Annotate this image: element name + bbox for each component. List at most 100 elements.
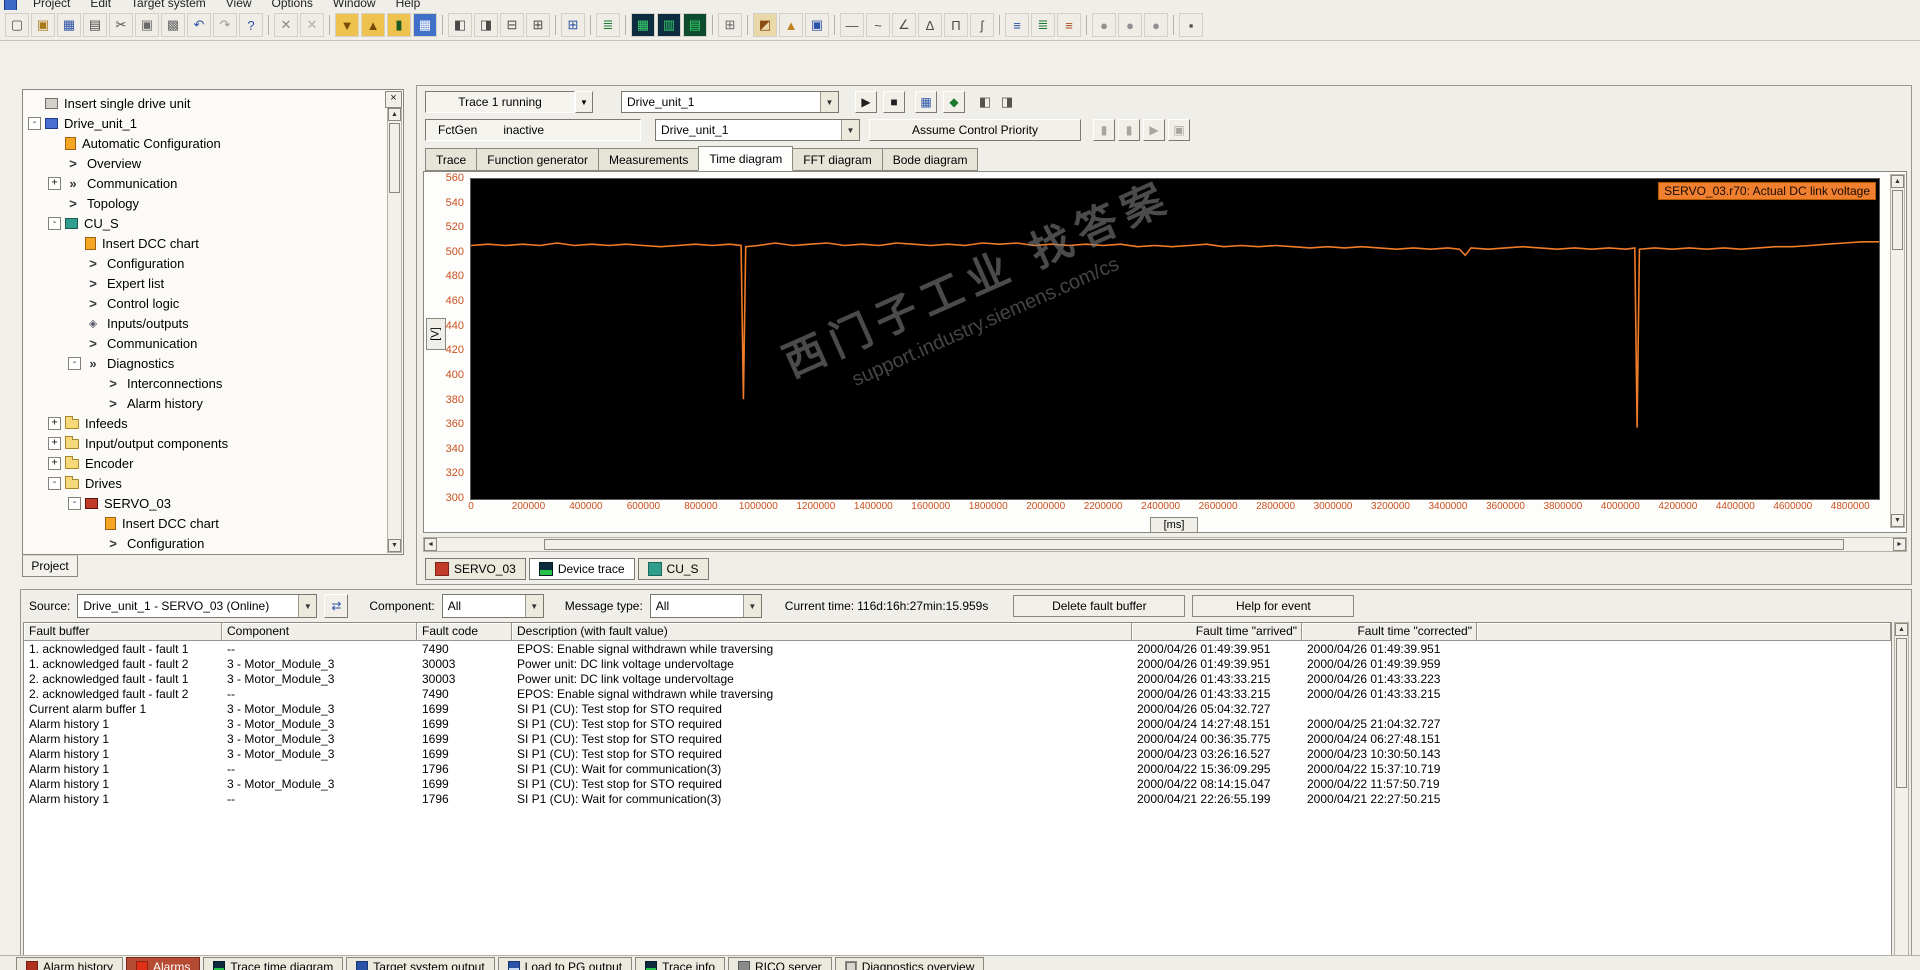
table-row[interactable]: Alarm history 1 3 - Motor_Module_3 1699 SI … xyxy=(24,776,1891,791)
download-to-target-icon[interactable]: ▼ xyxy=(335,13,359,37)
trace-start-button[interactable]: ▶ xyxy=(855,91,877,113)
accessible-nodes-icon[interactable]: ▦ xyxy=(413,13,437,37)
chevron-down-icon[interactable]: ▼ xyxy=(298,595,317,617)
tree-item-communication[interactable]: + » Communication xyxy=(26,173,385,193)
status-tab-trace-time-diagram[interactable]: Trace time diagram xyxy=(203,957,344,970)
table-row[interactable]: Alarm history 1 -- 1796 SI P1 (CU): Wait fo… xyxy=(24,761,1891,776)
trace-device-combo[interactable]: Drive_unit_1 ▼ xyxy=(621,91,839,113)
component-combo[interactable]: All ▼ xyxy=(441,594,544,618)
menu-item-project[interactable]: Project xyxy=(31,0,72,10)
tree-item-configuration[interactable]: > Configuration xyxy=(26,253,385,273)
split-horizontal-icon[interactable]: ⊟ xyxy=(500,13,524,37)
expand-icon[interactable]: + xyxy=(48,416,61,430)
tree-scroll-thumb[interactable] xyxy=(389,123,400,193)
project-tab[interactable]: Project xyxy=(22,555,78,577)
help-pointer-icon[interactable]: ? xyxy=(239,13,263,37)
close-icon[interactable]: × xyxy=(385,91,402,108)
paste-icon[interactable]: ▩ xyxy=(161,13,185,37)
tree-item-cu-s[interactable]: - CU_S xyxy=(26,213,385,233)
hscroll-thumb[interactable] xyxy=(544,539,1844,550)
status-tab-alarm-history[interactable]: Alarm history xyxy=(16,957,124,970)
trace-settings-button[interactable]: ▦ xyxy=(915,91,937,113)
menu-item-edit[interactable]: Edit xyxy=(88,0,113,10)
tree-item-drives[interactable]: - Drives xyxy=(26,473,385,493)
fctgen-config-button[interactable]: ▣ xyxy=(1168,119,1190,141)
commissioning-icon[interactable]: ▲ xyxy=(779,13,803,37)
upload-from-target-icon[interactable]: ▲ xyxy=(361,13,385,37)
column-header-description-with-fault-value[interactable]: Description (with fault value) xyxy=(512,623,1132,641)
tab-function-generator[interactable]: Function generator xyxy=(476,148,599,171)
menu-item-window[interactable]: Window xyxy=(331,0,378,10)
table-row[interactable]: Alarm history 1 3 - Motor_Module_3 1699 SI … xyxy=(24,716,1891,731)
save-project-icon[interactable]: ▦ xyxy=(57,13,81,37)
table-row[interactable]: Alarm history 1 3 - Motor_Module_3 1699 SI … xyxy=(24,746,1891,761)
tree-item-overview[interactable]: > Overview xyxy=(26,153,385,173)
tab-trace[interactable]: Trace xyxy=(425,148,478,171)
collapse-icon[interactable]: - xyxy=(28,116,41,130)
tree-item-insert-dcc-chart[interactable]: Insert DCC chart xyxy=(26,233,385,253)
delete-fault-buffer-button[interactable]: Delete fault buffer xyxy=(1013,595,1186,617)
tree-item-control-logic[interactable]: > Control logic xyxy=(26,293,385,313)
scroll-up-icon[interactable]: ▲ xyxy=(1895,623,1908,636)
open-project-icon[interactable]: ▣ xyxy=(31,13,55,37)
tree-item-automatic-configuration[interactable]: Automatic Configuration xyxy=(26,133,385,153)
trace-snapshot-button[interactable]: ◆ xyxy=(943,91,965,113)
chevron-down-icon[interactable]: ▼ xyxy=(841,120,859,140)
table-row[interactable]: 2. acknowledged fault - fault 1 3 - Motor… xyxy=(24,671,1891,686)
expand-icon[interactable]: + xyxy=(48,436,61,450)
table-row[interactable]: Current alarm buffer 1 3 - Motor_Module_3… xyxy=(24,701,1891,716)
fctgen-pause-button[interactable]: ▮ xyxy=(1093,119,1115,141)
chart-vertical-scrollbar[interactable]: ▲ ▼ xyxy=(1890,174,1905,528)
device-trace-icon[interactable]: ▥ xyxy=(657,13,681,37)
tree-item-topology[interactable]: > Topology xyxy=(26,193,385,213)
ruler-tool-icon[interactable]: ◨ xyxy=(997,92,1017,112)
scroll-up-icon[interactable]: ▲ xyxy=(1891,175,1904,188)
redo-icon[interactable]: ↷ xyxy=(213,13,237,37)
drive-navigator-icon[interactable]: ◩ xyxy=(753,13,777,37)
tree-item-insert-single-drive-unit[interactable]: Insert single drive unit xyxy=(26,93,385,113)
collapse-icon[interactable]: - xyxy=(48,216,61,230)
pause-circle-icon[interactable]: ● xyxy=(1118,13,1142,37)
fault-vscroll-thumb[interactable] xyxy=(1896,638,1907,788)
status-tab-diagnostics-overview[interactable]: Diagnostics overview xyxy=(834,957,985,970)
fctgen-hold-button[interactable]: ▮ xyxy=(1118,119,1140,141)
chevron-down-icon[interactable]: ▼ xyxy=(742,595,761,617)
message-type-combo[interactable]: All ▼ xyxy=(649,594,762,618)
tab-bode-diagram[interactable]: Bode diagram xyxy=(881,148,979,171)
tree-item-encoder[interactable]: + Encoder xyxy=(26,453,385,473)
column-header-fault-time-corrected[interactable]: Fault time "corrected" xyxy=(1302,623,1477,641)
tab-time-diagram[interactable]: Time diagram xyxy=(698,146,794,171)
chevron-down-icon[interactable]: ▼ xyxy=(820,92,838,112)
device-tab-servo-03[interactable]: SERVO_03 xyxy=(425,558,526,580)
tree-item-expert-list[interactable]: > Expert list xyxy=(26,273,385,293)
table-row[interactable]: 1. acknowledged fault - fault 2 3 - Motor… xyxy=(24,656,1891,671)
tree-item-communication[interactable]: > Communication xyxy=(26,333,385,353)
menu-item-view[interactable]: View xyxy=(224,0,254,10)
column-header-fault-time-arrived[interactable]: Fault time "arrived" xyxy=(1132,623,1302,641)
menu-item-options[interactable]: Options xyxy=(270,0,315,10)
tree-scrollbar[interactable]: ▲ ▼ xyxy=(387,107,402,553)
trace-stop-button[interactable]: ■ xyxy=(883,91,905,113)
show-right-pane-icon[interactable]: ◨ xyxy=(474,13,498,37)
collapse-icon[interactable]: - xyxy=(68,356,81,370)
status-tab-load-to-pg-output[interactable]: Load to PG output xyxy=(497,957,633,970)
configure-source-button[interactable]: ⇄ xyxy=(324,594,349,618)
expand-icon[interactable]: + xyxy=(48,456,61,470)
menu-item-target-system[interactable]: Target system xyxy=(129,0,208,10)
table-row[interactable]: Alarm history 1 3 - Motor_Module_3 1699 SI … xyxy=(24,731,1891,746)
help-for-event-button[interactable]: Help for event xyxy=(1192,595,1355,617)
detail-list-icon[interactable]: ≣ xyxy=(1031,13,1055,37)
fctgen-start-button[interactable]: ▶ xyxy=(1143,119,1165,141)
control-panel-icon[interactable]: ▣ xyxy=(805,13,829,37)
column-header-fault-buffer[interactable]: Fault buffer xyxy=(24,623,222,641)
tree-item-servo-03[interactable]: - SERVO_03 xyxy=(26,493,385,513)
insert-chart-icon[interactable]: ⊞ xyxy=(561,13,585,37)
fault-vertical-scrollbar[interactable]: ▲ ▼ xyxy=(1894,622,1909,970)
connect-target-icon[interactable]: ▮ xyxy=(387,13,411,37)
curve-icon[interactable]: ~ xyxy=(866,13,890,37)
pulse-icon[interactable]: ʃ xyxy=(970,13,994,37)
scroll-down-icon[interactable]: ▼ xyxy=(1891,514,1904,527)
device-tab-device-trace[interactable]: Device trace xyxy=(528,558,635,580)
delete-icon[interactable]: ✕ xyxy=(274,13,298,37)
ramp-icon[interactable]: ∆ xyxy=(918,13,942,37)
